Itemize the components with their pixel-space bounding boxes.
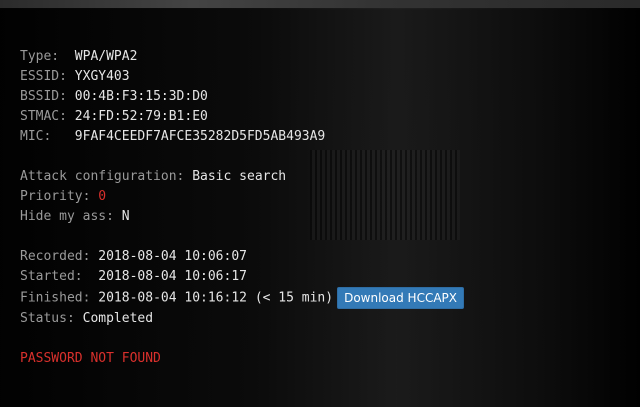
priority-label: Priority: bbox=[20, 189, 91, 204]
essid-value: YXGY403 bbox=[74, 69, 130, 84]
stmac-label: STMAC: bbox=[20, 109, 67, 124]
bssid-row: BSSID: 00:4B:F3:15:3D:D0 bbox=[20, 87, 464, 107]
priority-row: Priority: 0 bbox=[20, 187, 464, 207]
attack-config-row: Attack configuration: Basic search bbox=[20, 167, 464, 187]
mic-value: 9FAF4CEEDF7AFCE35282D5FD5AB493A9 bbox=[74, 129, 326, 144]
recorded-label: Recorded: bbox=[20, 249, 91, 264]
started-label: Started: bbox=[20, 269, 83, 284]
mic-row: MIC: 9FAF4CEEDF7AFCE35282D5FD5AB493A9 bbox=[20, 127, 464, 147]
mic-label: MIC: bbox=[20, 129, 52, 144]
top-strip bbox=[0, 0, 640, 8]
priority-value: 0 bbox=[98, 189, 107, 204]
task-details-panel: Type: WPA/WPA2 ESSID: YXGY403 BSSID: 00:… bbox=[20, 47, 465, 369]
started-value: 2018-08-04 10:06:17 bbox=[98, 269, 247, 284]
download-hccapx-button[interactable]: Download HCCAPX bbox=[337, 287, 465, 309]
type-row: Type: WPA/WPA2 bbox=[20, 47, 464, 67]
status-value: Completed bbox=[82, 311, 154, 326]
hide-my-ass-row: Hide my ass: N bbox=[20, 207, 464, 227]
type-value: WPA/WPA2 bbox=[74, 49, 138, 64]
finished-value: 2018-08-04 10:16:12 (< 15 min) bbox=[98, 290, 334, 306]
hide-my-ass-label: Hide my ass: bbox=[20, 209, 114, 224]
status-row: Status: Completed bbox=[20, 309, 464, 329]
attack-config-value: Basic search bbox=[192, 169, 287, 184]
hide-my-ass-value: N bbox=[121, 209, 130, 224]
status-label: Status: bbox=[20, 311, 75, 326]
bssid-label: BSSID: bbox=[20, 89, 67, 104]
result-message: PASSWORD NOT FOUND bbox=[20, 351, 161, 366]
finished-row: Finished: 2018-08-04 10:16:12 (< 15 min)… bbox=[20, 287, 465, 309]
type-label: Type: bbox=[20, 49, 60, 64]
essid-label: ESSID: bbox=[20, 69, 67, 84]
bssid-value: 00:4B:F3:15:3D:D0 bbox=[74, 89, 208, 104]
stmac-row: STMAC: 24:FD:52:79:B1:E0 bbox=[20, 107, 464, 127]
recorded-row: Recorded: 2018-08-04 10:06:07 bbox=[20, 247, 464, 267]
essid-row: ESSID: YXGY403 bbox=[20, 67, 464, 87]
recorded-value: 2018-08-04 10:06:07 bbox=[98, 249, 247, 264]
attack-config-label: Attack configuration: bbox=[20, 169, 185, 184]
finished-label: Finished: bbox=[20, 290, 91, 306]
started-row: Started: 2018-08-04 10:06:17 bbox=[20, 267, 464, 287]
stmac-value: 24:FD:52:79:B1:E0 bbox=[74, 109, 208, 124]
